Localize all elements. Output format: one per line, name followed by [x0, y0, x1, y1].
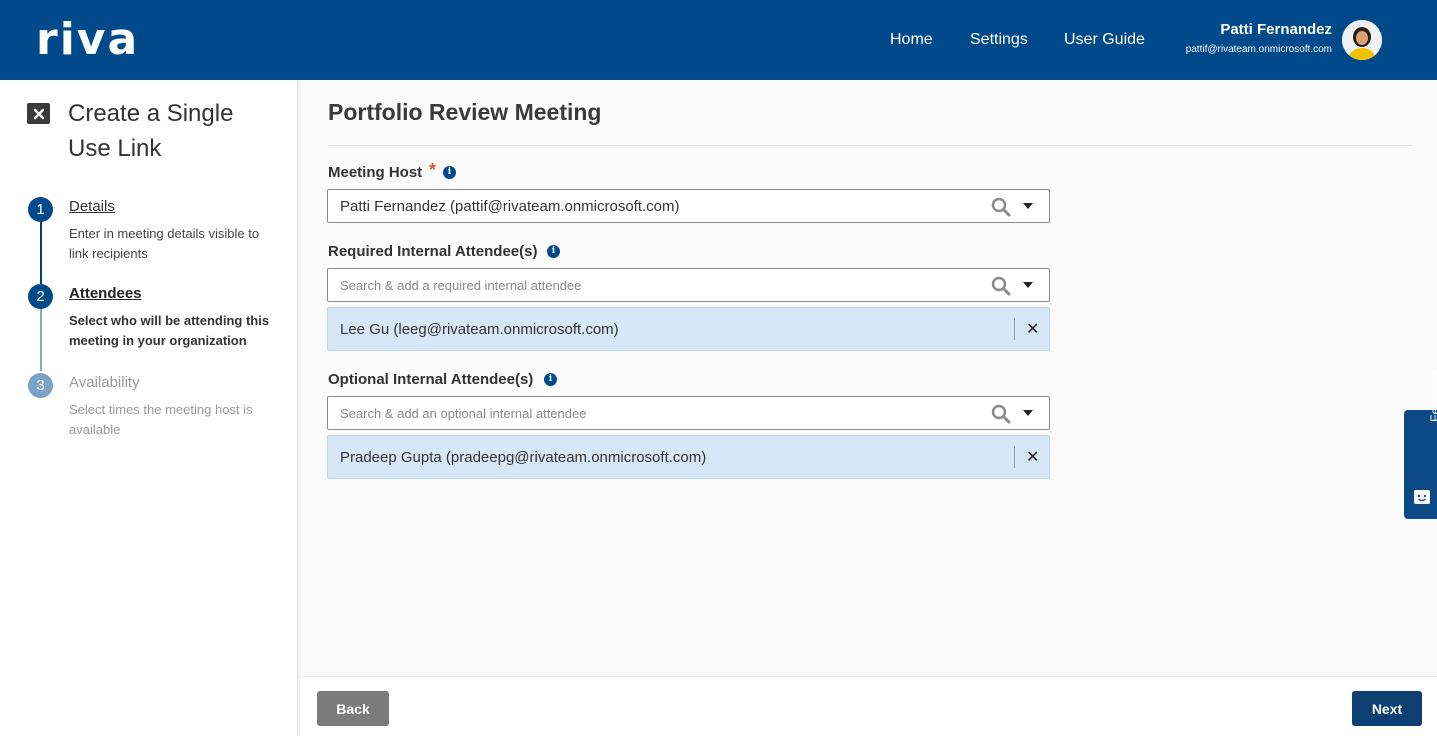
- chip-divider: [1014, 446, 1015, 468]
- nav-user-guide[interactable]: User Guide: [1064, 31, 1145, 49]
- remove-icon[interactable]: ✕: [1026, 447, 1039, 467]
- step-number: 2: [28, 284, 53, 309]
- step-details-link[interactable]: Details: [69, 198, 115, 215]
- chevron-down-icon[interactable]: [1023, 410, 1033, 416]
- step-description: Select who will be attending this meetin…: [69, 313, 270, 348]
- step-number: 3: [28, 373, 53, 398]
- meeting-host-value: Patti Fernandez (pattif@rivateam.onmicro…: [340, 198, 680, 215]
- search-icon[interactable]: [991, 404, 1011, 424]
- user-email: pattif@rivateam.onmicrosoft.com: [1185, 44, 1332, 55]
- top-bar: riva Home Settings User Guide Patti Fern…: [0, 0, 1437, 80]
- user-name: Patti Fernandez: [1220, 21, 1332, 38]
- step-connector: [40, 220, 42, 284]
- step-description: Enter in meeting details visible to link…: [69, 226, 260, 261]
- sidebar-title: Create a Single Use Link: [68, 100, 234, 162]
- remove-icon[interactable]: ✕: [1026, 319, 1039, 339]
- meeting-host-label: Meeting Host: [328, 164, 423, 181]
- chevron-down-icon[interactable]: [1023, 282, 1033, 288]
- step-attendees-link[interactable]: Attendees: [69, 285, 142, 302]
- info-icon[interactable]: i: [443, 166, 456, 179]
- chip-divider: [1014, 318, 1015, 340]
- optional-attendee-search[interactable]: Search & add an optional internal attend…: [327, 396, 1050, 430]
- step-number: 1: [28, 197, 53, 222]
- logo-text: riva: [36, 14, 140, 65]
- close-icon[interactable]: [27, 103, 50, 124]
- attendee-chip: Lee Gu (leeg@rivateam.onmicrosoft.com) ✕: [327, 307, 1050, 351]
- back-button[interactable]: Back: [317, 691, 389, 726]
- feedback-label: Feedback: [1428, 369, 1437, 422]
- search-placeholder: Search & add a required internal attende…: [340, 278, 582, 293]
- attendee-name: Pradeep Gupta (pradeepg@rivateam.onmicro…: [340, 449, 707, 466]
- page-title: Portfolio Review Meeting: [328, 99, 602, 125]
- search-placeholder: Search & add an optional internal attend…: [340, 406, 587, 421]
- step-availability-label: Availability: [69, 374, 140, 391]
- chevron-down-icon[interactable]: [1023, 203, 1033, 209]
- smiley-icon: [1414, 490, 1430, 504]
- required-marker: *: [429, 160, 437, 180]
- next-button[interactable]: Next: [1352, 691, 1422, 726]
- search-icon[interactable]: [991, 276, 1011, 296]
- info-icon[interactable]: i: [544, 373, 557, 386]
- required-attendees-label: Required Internal Attendee(s): [328, 243, 538, 260]
- footer-bar: [300, 676, 1437, 736]
- avatar[interactable]: [1342, 20, 1382, 60]
- optional-attendees-label: Optional Internal Attendee(s): [328, 371, 534, 388]
- search-icon[interactable]: [991, 197, 1011, 217]
- riva-logo[interactable]: riva: [36, 18, 150, 62]
- nav-settings[interactable]: Settings: [970, 31, 1028, 49]
- attendee-name: Lee Gu (leeg@rivateam.onmicrosoft.com): [340, 321, 619, 338]
- feedback-tab[interactable]: Feedback: [1404, 369, 1437, 519]
- step-description: Select times the meeting host is availab…: [69, 402, 253, 437]
- nav-home[interactable]: Home: [890, 31, 933, 49]
- info-icon[interactable]: i: [547, 245, 560, 258]
- attendee-chip: Pradeep Gupta (pradeepg@rivateam.onmicro…: [327, 435, 1050, 479]
- divider: [328, 145, 1412, 146]
- step-connector: [40, 307, 42, 371]
- required-attendee-search[interactable]: Search & add a required internal attende…: [327, 268, 1050, 302]
- meeting-host-select[interactable]: Patti Fernandez (pattif@rivateam.onmicro…: [327, 189, 1050, 223]
